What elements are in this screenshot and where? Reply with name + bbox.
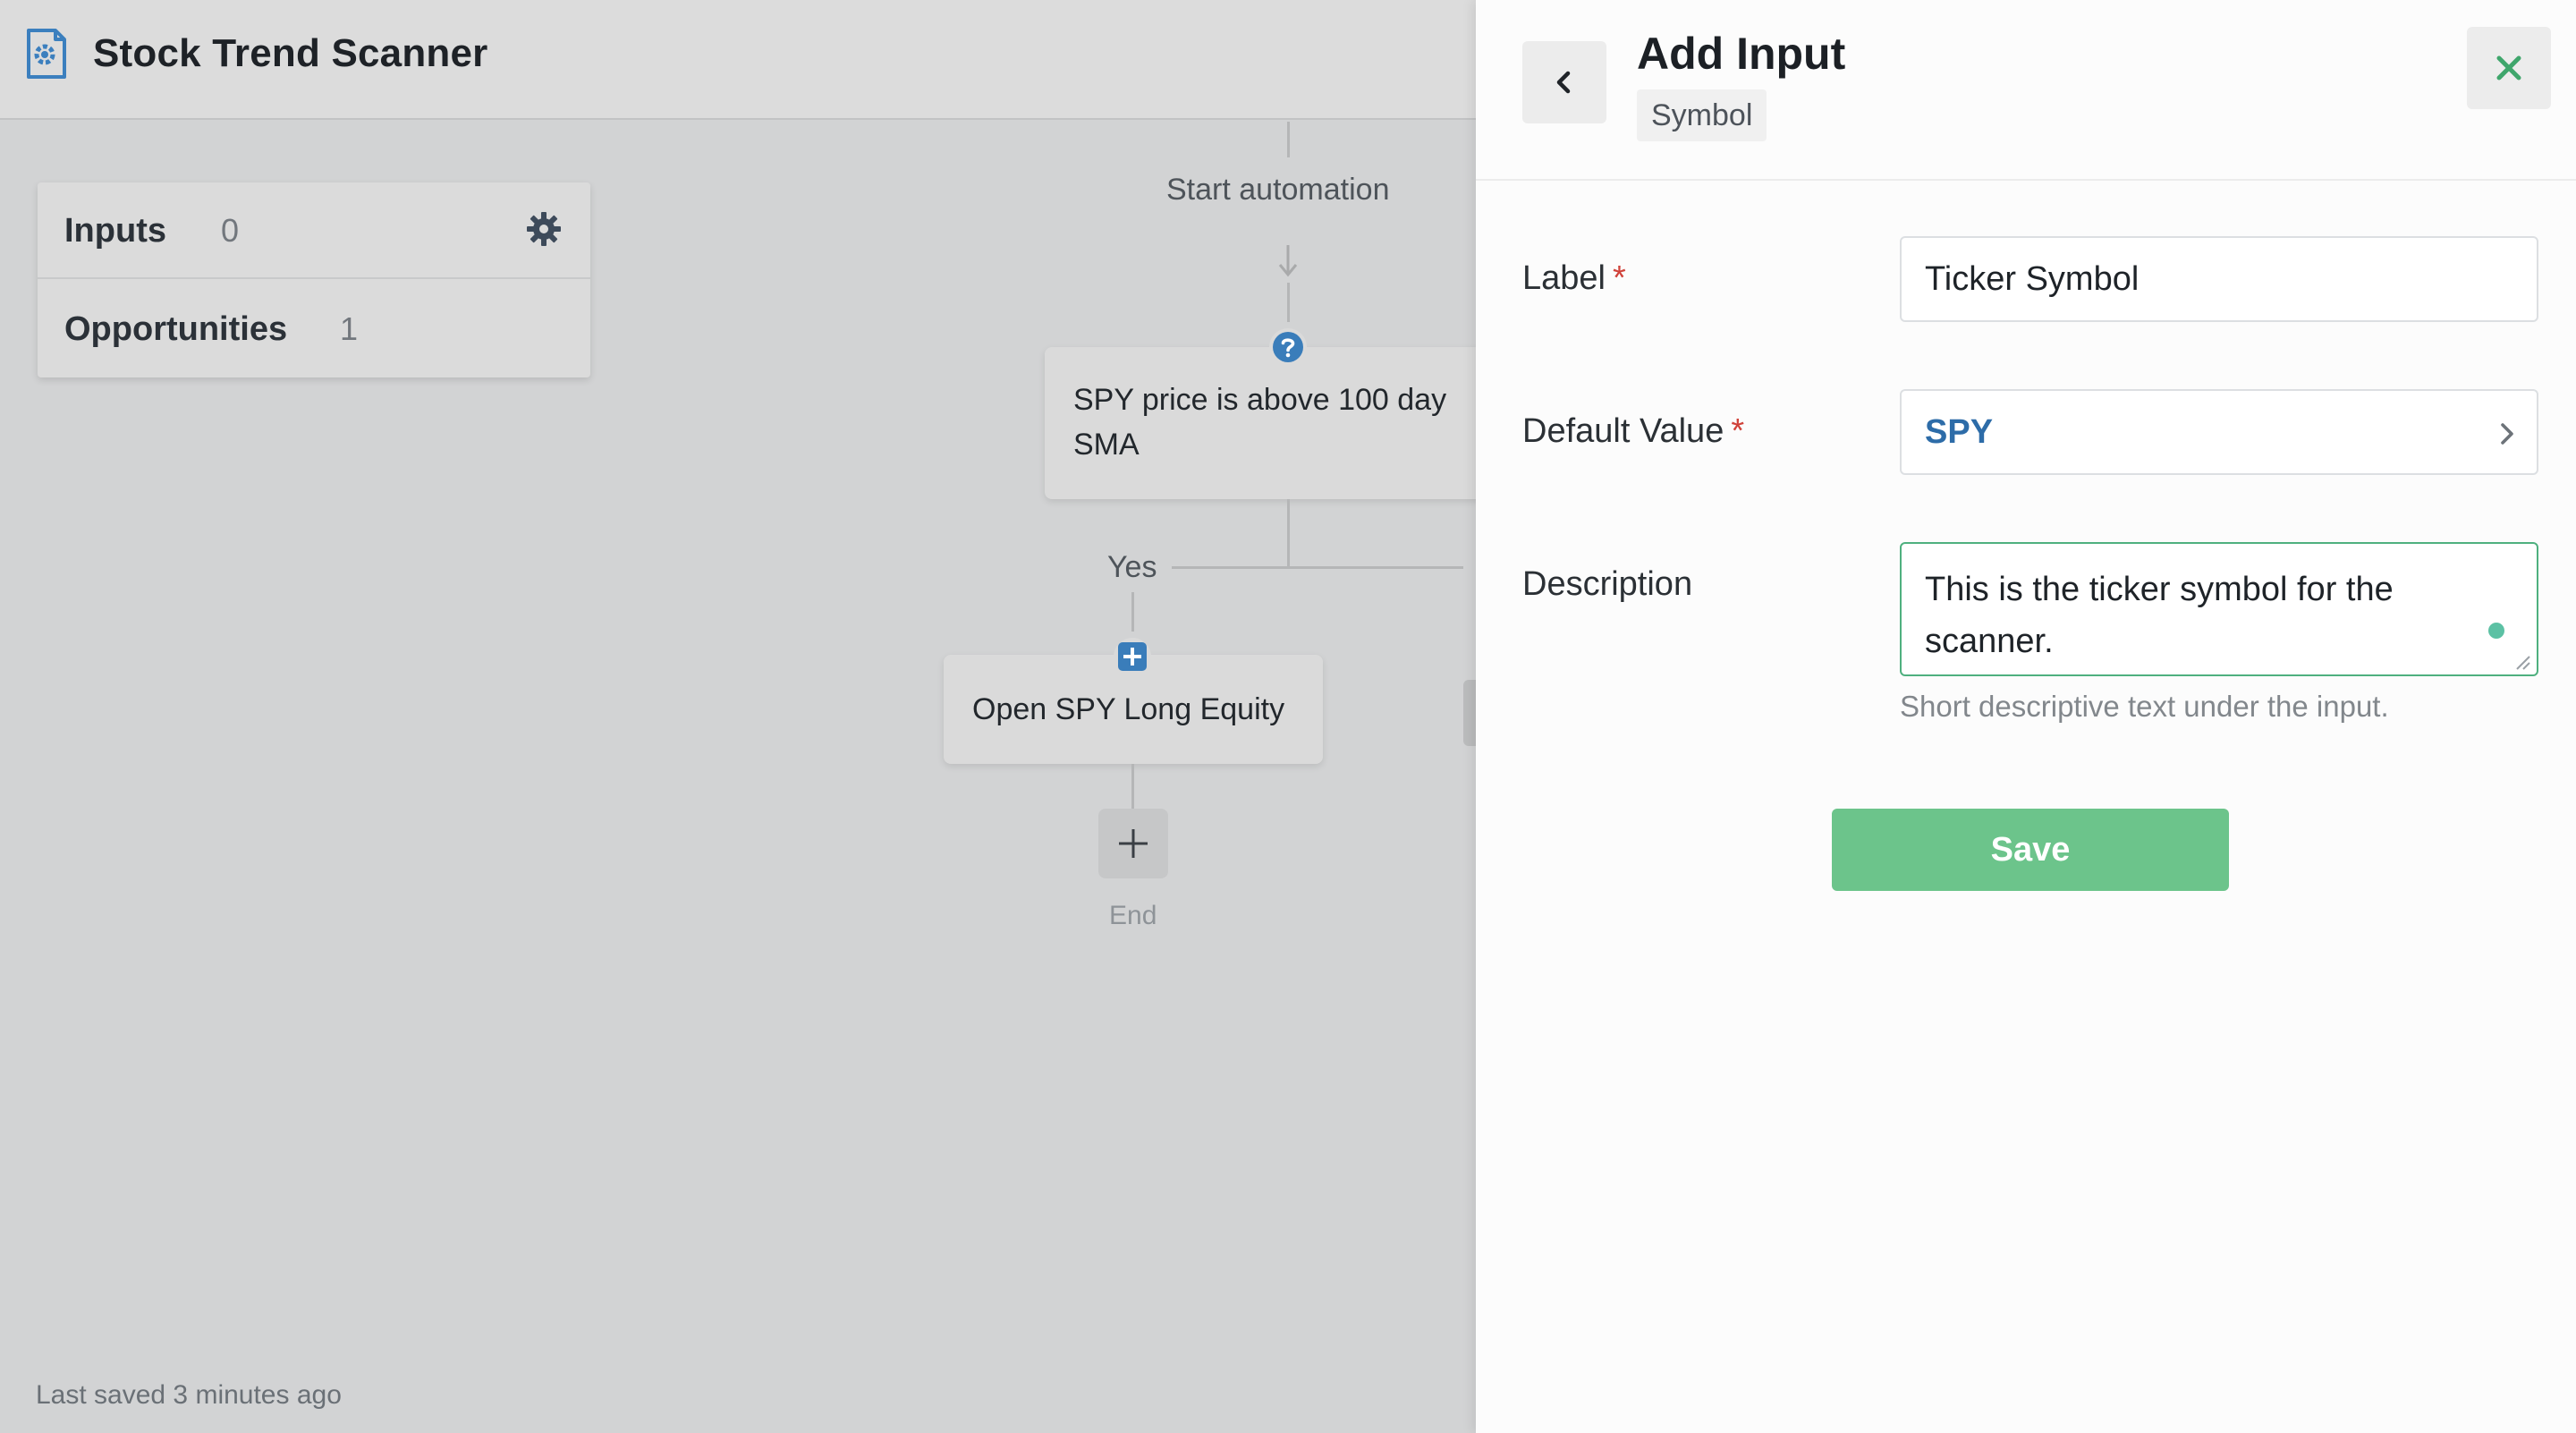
- gear-document-icon: [27, 29, 66, 79]
- end-label: End: [1109, 901, 1157, 930]
- condition-node[interactable]: SPY price is above 100 day SMA: [1045, 347, 1483, 499]
- connector: [1287, 122, 1290, 157]
- panel-title: Add Input: [1637, 29, 1846, 79]
- description-field-label: Description: [1522, 565, 1693, 603]
- start-automation-label: Start automation: [1166, 173, 1390, 207]
- sidebar-item-label: Inputs: [64, 212, 166, 250]
- description-help-text: Short descriptive text under the input.: [1900, 690, 2389, 723]
- connector: [1131, 592, 1134, 632]
- close-button[interactable]: [2467, 27, 2551, 109]
- label-input-value: Ticker Symbol: [1925, 260, 2140, 298]
- resize-handle-icon[interactable]: [2515, 655, 2531, 671]
- connector: [1131, 764, 1134, 809]
- plus-icon: [1119, 829, 1148, 858]
- field-label-text: Default Value: [1522, 412, 1724, 450]
- chevron-left-icon: [1556, 71, 1571, 94]
- plus-square-icon: [1114, 638, 1151, 675]
- panel-header: Add Input Symbol: [1476, 0, 2576, 181]
- add-input-panel: Add Input Symbol Label * Ticker Symbol De…: [1476, 0, 2576, 1433]
- action-text: Open SPY Long Equity: [972, 692, 1285, 726]
- close-icon: [2496, 55, 2521, 81]
- app-title: Stock Trend Scanner: [93, 31, 488, 75]
- sidebar-item-count: 0: [221, 212, 240, 249]
- add-step-button[interactable]: [1098, 809, 1168, 878]
- sidebar-item-opportunities[interactable]: Opportunities 1: [38, 281, 590, 377]
- branch-yes-label: Yes: [1107, 550, 1157, 584]
- default-value-select[interactable]: SPY: [1900, 389, 2538, 475]
- required-marker: *: [1731, 412, 1745, 450]
- arrow-down-icon: [1278, 245, 1298, 277]
- sidebar-item-inputs[interactable]: Inputs 0: [38, 182, 590, 279]
- status-dot: [2488, 623, 2504, 639]
- default-value-field-label: Default Value *: [1522, 408, 1744, 454]
- back-button[interactable]: [1522, 41, 1606, 123]
- app-header: Stock Trend Scanner: [0, 0, 1476, 120]
- last-saved-status: Last saved 3 minutes ago: [36, 1380, 342, 1410]
- sidebar-card: Inputs 0 Opportunities 1: [38, 182, 590, 377]
- gear-icon[interactable]: [526, 211, 562, 247]
- question-icon: [1269, 328, 1307, 366]
- connector: [1287, 283, 1290, 322]
- panel-subtitle-badge: Symbol: [1637, 89, 1767, 141]
- default-value-selected: SPY: [1925, 413, 1994, 451]
- description-textarea[interactable]: This is the ticker symbol for the scanne…: [1900, 542, 2538, 676]
- save-button[interactable]: Save: [1832, 809, 2229, 891]
- connector: [1287, 499, 1290, 567]
- automation-editor: Stock Trend Scanner Inputs 0 Opportuniti…: [0, 0, 1483, 1433]
- required-marker: *: [1612, 259, 1626, 297]
- condition-text: SPY price is above 100 day SMA: [1073, 383, 1447, 462]
- description-textarea-value: This is the ticker symbol for the scanne…: [1925, 571, 2394, 660]
- label-input[interactable]: Ticker Symbol: [1900, 236, 2538, 322]
- chevron-right-icon: [2501, 423, 2513, 445]
- field-label-text: Label: [1522, 259, 1606, 297]
- collapsed-node-edge: [1463, 680, 1476, 746]
- sidebar-item-count: 1: [340, 310, 359, 347]
- sidebar-item-label: Opportunities: [64, 310, 288, 348]
- connector: [1172, 566, 1463, 569]
- label-field-label: Label *: [1522, 255, 1626, 301]
